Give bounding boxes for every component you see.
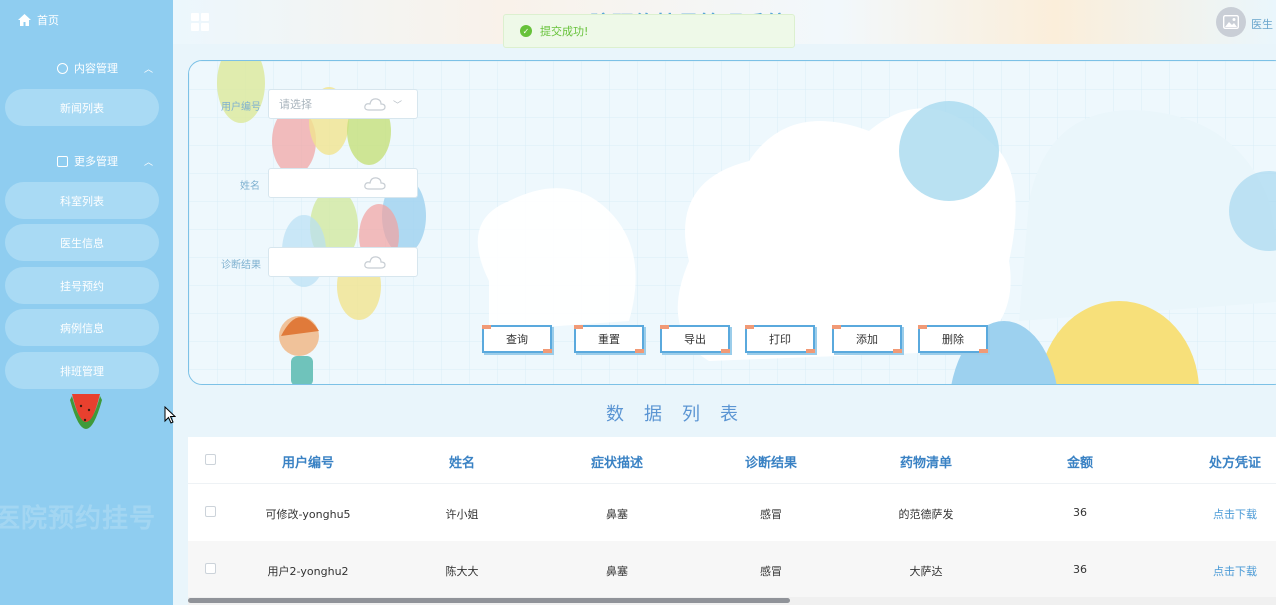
- table-cell: 陈大大: [445, 565, 479, 578]
- sidebar-group-more[interactable]: 更多管理 ︿: [0, 153, 173, 169]
- export-button[interactable]: 导出: [660, 325, 730, 353]
- diagnosis-input[interactable]: [268, 247, 418, 277]
- home-icon: [18, 14, 31, 26]
- check-circle-icon: ✓: [520, 25, 532, 37]
- print-button[interactable]: 打印: [745, 325, 815, 353]
- sidebar-group-label: 内容管理: [74, 62, 118, 75]
- cloud-icon: [364, 98, 386, 111]
- sidebar-item-label: 挂号预约: [60, 279, 104, 293]
- sidebar-item-cases[interactable]: 病例信息: [5, 309, 159, 346]
- user-id-placeholder: 请选择: [279, 98, 312, 111]
- table-cell: 感冒: [760, 565, 782, 578]
- chat-icon: [57, 62, 68, 74]
- download-link[interactable]: 点击下载: [1213, 563, 1257, 579]
- sidebar-item-label: 医生信息: [60, 236, 104, 250]
- data-table: 用户编号 姓名 症状描述 诊断结果 药物清单 金额 处方凭证 可修改-yongh…: [188, 437, 1276, 605]
- toast-message: 提交成功!: [540, 25, 589, 38]
- row-checkbox[interactable]: [205, 563, 216, 574]
- sidebar-group-label: 更多管理: [74, 155, 118, 168]
- sidebar-item-label: 病例信息: [60, 321, 104, 335]
- table-cell: 用户2-yonghu2: [267, 565, 349, 578]
- table-cell: 的范德萨发: [898, 508, 954, 521]
- sidebar-item-label: 首页: [37, 14, 59, 27]
- column-header[interactable]: 处方凭证: [1209, 452, 1261, 471]
- copy-icon: [57, 155, 68, 167]
- menu-grid-icon[interactable]: [191, 13, 209, 31]
- sidebar-group-content[interactable]: 内容管理 ︿: [0, 60, 173, 76]
- column-header[interactable]: 金额: [1067, 452, 1093, 471]
- column-header[interactable]: 用户编号: [282, 452, 334, 471]
- avatar[interactable]: [1216, 7, 1246, 37]
- table-cell: 可修改-yonghu5: [265, 508, 351, 521]
- add-button[interactable]: 添加: [832, 325, 902, 353]
- sidebar-item-label: 排班管理: [60, 364, 104, 378]
- search-panel: 用户编号 请选择 ﹀ 姓名 诊断结果 查询 重置 导出 打印 添加 删除: [188, 60, 1276, 385]
- chevron-up-icon: ︿: [143, 64, 153, 75]
- download-link[interactable]: 点击下载: [1213, 506, 1257, 522]
- cloud-icon: [364, 256, 386, 269]
- reset-button[interactable]: 重置: [574, 325, 644, 353]
- sidebar: 首页 内容管理 ︿ 新闻列表 更多管理 ︿ 科室列表 医生信息 挂号预约 病例信…: [0, 0, 173, 605]
- name-input[interactable]: [268, 168, 418, 198]
- column-header[interactable]: 药物清单: [900, 452, 952, 471]
- sidebar-item-label: 科室列表: [60, 194, 104, 208]
- table-cell: 许小姐: [445, 508, 479, 521]
- user-name[interactable]: 医生: [1251, 16, 1273, 32]
- sidebar-item-label: 新闻列表: [60, 101, 104, 115]
- column-header[interactable]: 症状描述: [591, 452, 643, 471]
- sidebar-item-departments[interactable]: 科室列表: [5, 182, 159, 219]
- table-row[interactable]: 可修改-yonghu5 许小姐 鼻塞 感冒 的范德萨发 36 点击下载: [188, 483, 1276, 542]
- column-header[interactable]: 姓名: [449, 452, 475, 471]
- select-all-checkbox[interactable]: [205, 454, 216, 465]
- sidebar-watermark: 医院预约挂号: [0, 504, 157, 534]
- search-button[interactable]: 查询: [482, 325, 552, 353]
- sidebar-item-doctors[interactable]: 医生信息: [5, 224, 159, 261]
- table-row[interactable]: 用户2-yonghu2 陈大大 鼻塞 感冒 大萨达 36 点击下载: [188, 541, 1276, 598]
- sidebar-item-home[interactable]: 首页: [18, 12, 59, 28]
- table-cell: 36: [1073, 506, 1087, 519]
- table-cell: 大萨达: [909, 565, 943, 578]
- column-header[interactable]: 诊断结果: [745, 452, 797, 471]
- cloud-icon: [364, 177, 386, 190]
- sidebar-item-schedule[interactable]: 排班管理: [5, 352, 159, 389]
- scrollbar-thumb[interactable]: [188, 598, 790, 603]
- watermelon-icon: [70, 394, 102, 429]
- diagnosis-label: 诊断结果: [221, 260, 261, 271]
- success-toast: ✓ 提交成功!: [503, 14, 795, 48]
- user-id-label: 用户编号: [221, 102, 261, 113]
- list-title: 数据列表: [606, 404, 758, 425]
- table-cell: 鼻塞: [606, 565, 628, 578]
- name-label: 姓名: [240, 181, 260, 192]
- sidebar-item-news[interactable]: 新闻列表: [5, 89, 159, 126]
- delete-button[interactable]: 删除: [918, 325, 988, 353]
- table-cell: 鼻塞: [606, 508, 628, 521]
- chevron-up-icon: ︿: [143, 157, 153, 168]
- chevron-down-icon: ﹀: [393, 101, 403, 111]
- table-cell: 36: [1073, 563, 1087, 576]
- user-id-select[interactable]: 请选择 ﹀: [268, 89, 418, 119]
- image-icon: [1223, 15, 1239, 29]
- row-checkbox[interactable]: [205, 506, 216, 517]
- mouse-cursor-icon: [164, 406, 176, 424]
- sidebar-item-appointments[interactable]: 挂号预约: [5, 267, 159, 304]
- table-cell: 感冒: [760, 508, 782, 521]
